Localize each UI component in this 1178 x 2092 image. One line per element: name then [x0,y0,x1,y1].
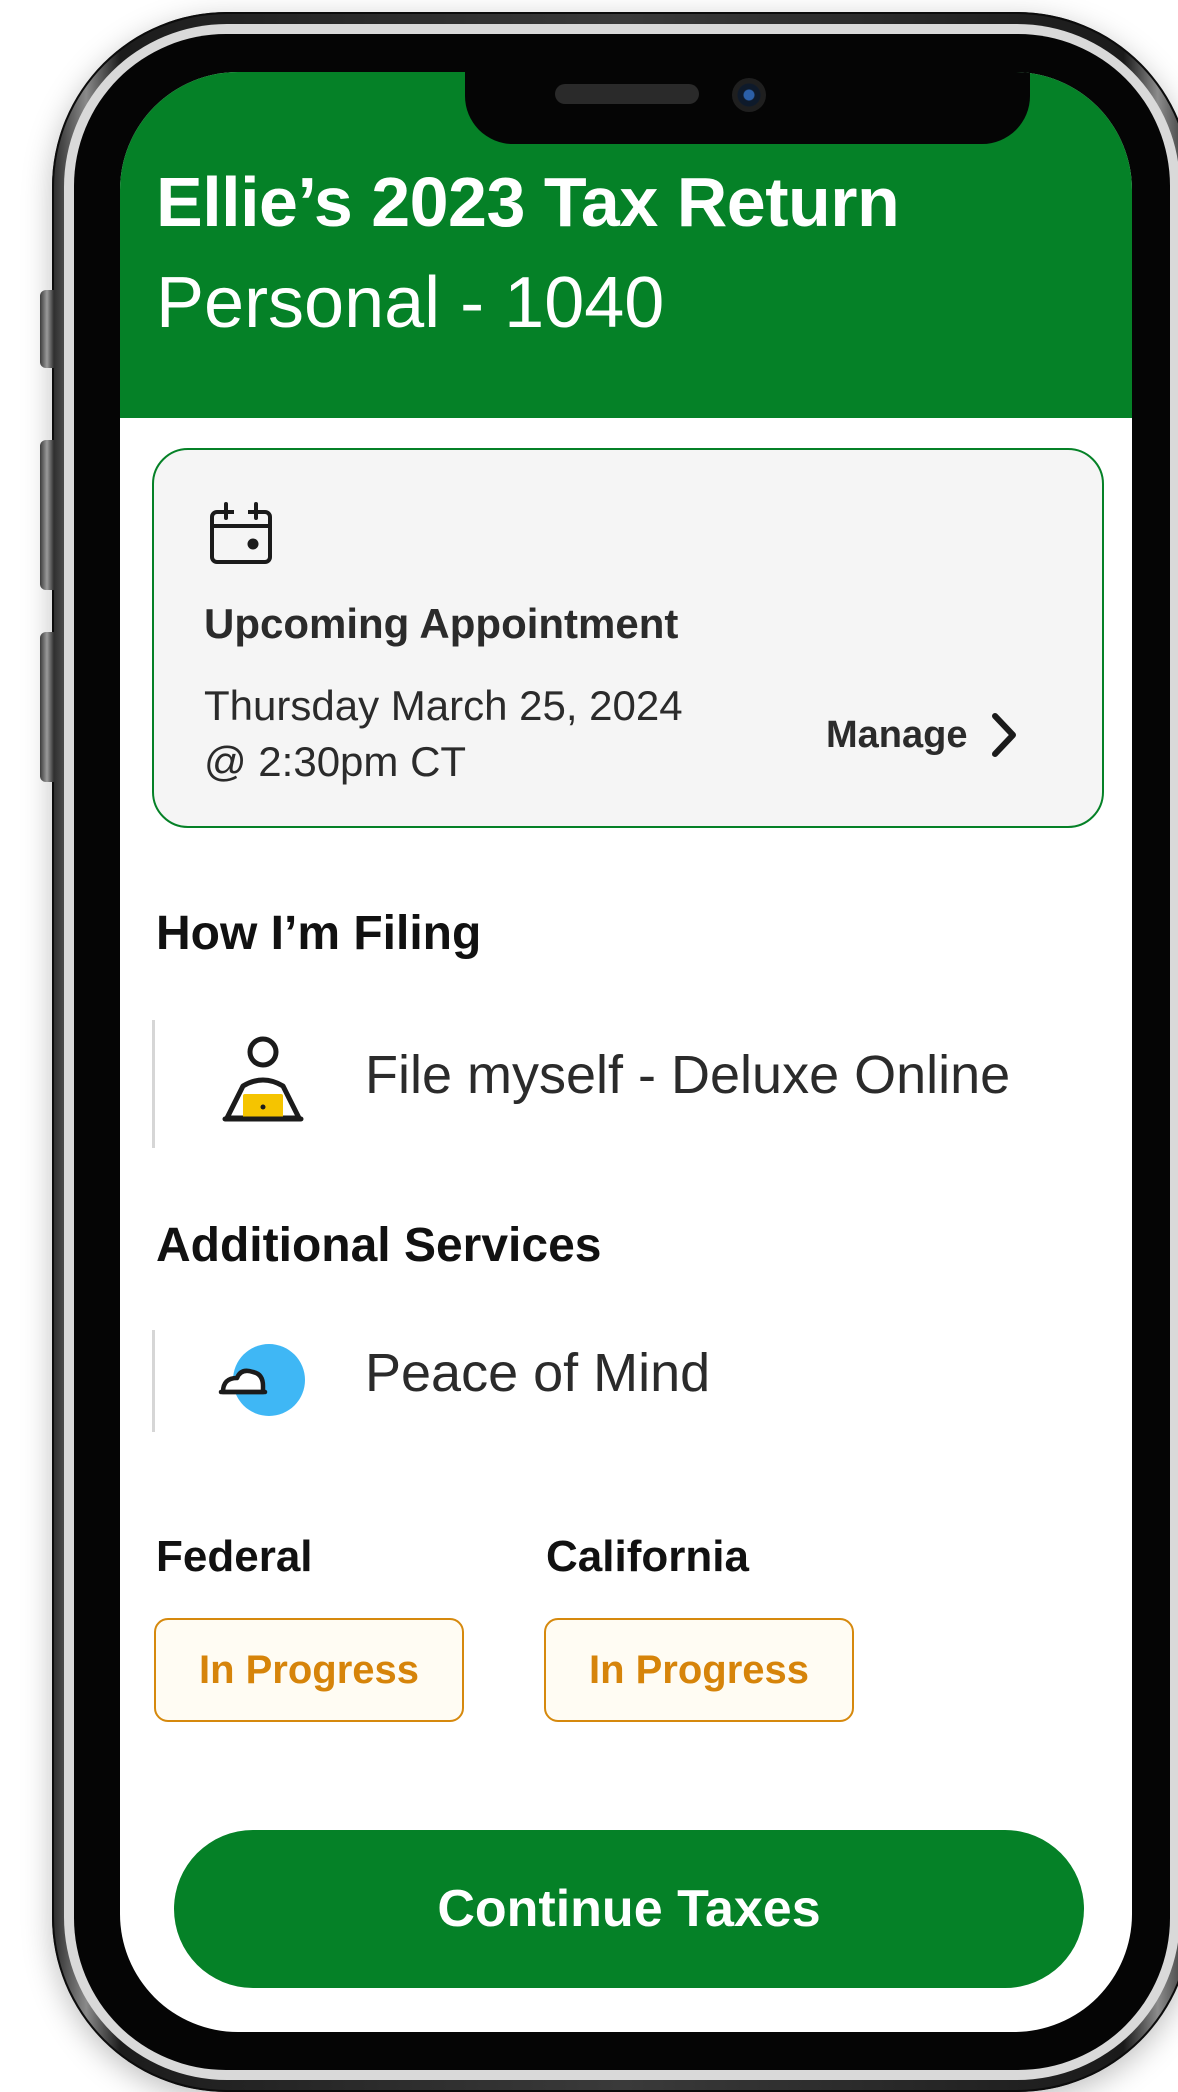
filing-section-title: How I’m Filing [156,907,482,960]
filing-method-row[interactable]: File myself - Deluxe Online [152,1020,1102,1148]
appointment-datetime: Thursday March 25, 2024 @ 2:30pm CT [204,678,683,790]
services-section-title: Additional Services [156,1219,602,1272]
app-screen: Ellie’s 2023 Tax Return Personal - 1040 … [120,72,1132,2032]
state-status-badge: In Progress [544,1618,854,1722]
volume-up-button [40,440,54,590]
service-item-peace-of-mind[interactable]: Peace of Mind [152,1330,1102,1432]
appointment-date: Thursday March 25, 2024 [204,682,683,729]
peace-of-mind-icon [218,1344,305,1416]
return-type: Personal - 1040 [156,263,665,343]
appointment-heading: Upcoming Appointment [204,600,679,647]
front-camera [732,78,766,112]
state-label: California [546,1532,749,1581]
continue-taxes-button[interactable]: Continue Taxes [174,1830,1084,1988]
manage-appointment-link[interactable]: Manage [826,712,1019,758]
filing-method-label: File myself - Deluxe Online [365,1045,1011,1105]
federal-label: Federal [156,1532,313,1581]
service-label: Peace of Mind [365,1343,711,1403]
person-laptop-icon [222,1036,304,1122]
mute-switch [40,290,54,368]
earpiece-speaker [555,84,699,104]
upcoming-appointment-card: Upcoming Appointment Thursday March 25, … [152,448,1104,828]
chevron-right-icon [992,713,1017,757]
page-title: Ellie’s 2023 Tax Return [156,163,900,241]
federal-status-badge: In Progress [154,1618,464,1722]
calendar-icon [210,502,272,564]
manage-label: Manage [826,713,968,756]
appointment-time: @ 2:30pm CT [204,738,467,785]
volume-down-button [40,632,54,782]
